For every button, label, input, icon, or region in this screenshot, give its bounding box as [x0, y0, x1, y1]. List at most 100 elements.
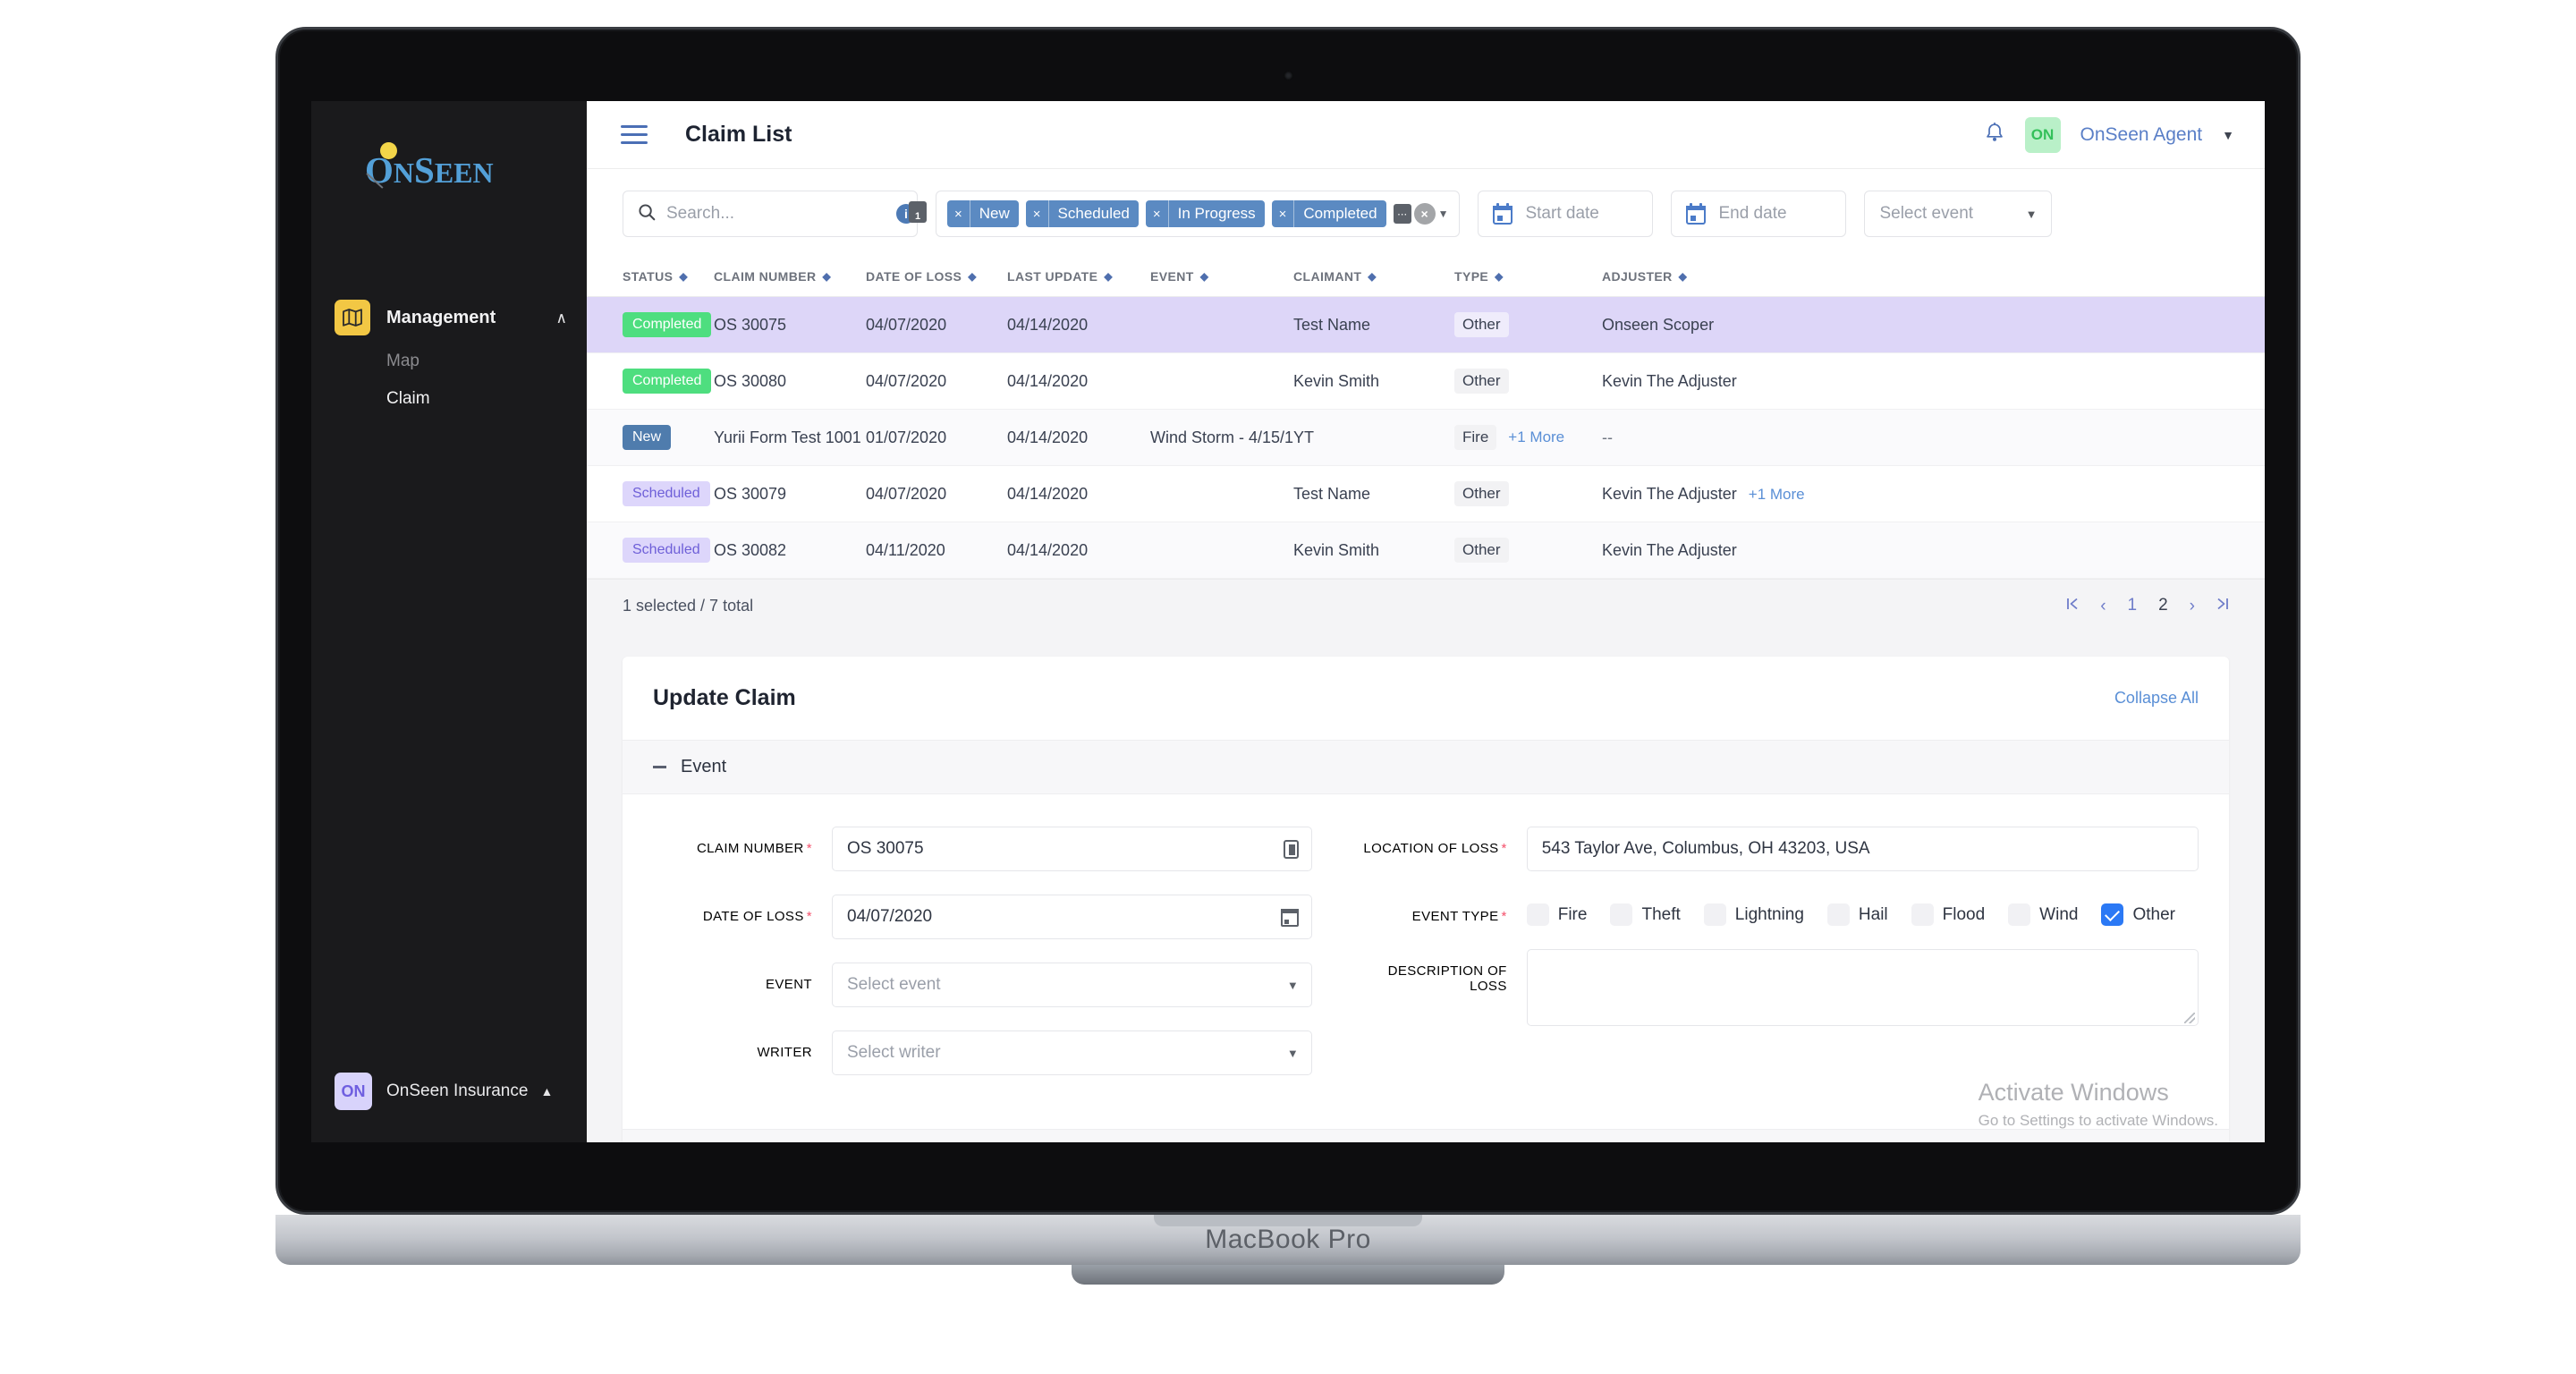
- start-date-field[interactable]: Start date: [1478, 191, 1654, 237]
- status-badge: Completed: [623, 312, 712, 337]
- field-label: DATE OF LOSS *: [653, 895, 832, 924]
- cell-claimant: Kevin Smith: [1293, 522, 1454, 579]
- bell-icon[interactable]: [1984, 122, 2005, 148]
- sidebar-subnav: Map Claim: [311, 343, 587, 418]
- column-header-type[interactable]: TYPE ◆: [1454, 257, 1602, 297]
- chip-remove-icon[interactable]: ×: [1272, 200, 1295, 227]
- column-header-date-of-loss[interactable]: DATE OF LOSS ◆: [866, 257, 1007, 297]
- cell-date-of-loss: 04/07/2020: [866, 296, 1007, 353]
- filter-chip[interactable]: × In Progress: [1145, 200, 1265, 227]
- type-pill: Other: [1454, 369, 1509, 394]
- hamburger-icon[interactable]: [621, 125, 648, 144]
- list-icon[interactable]: ⋯: [1393, 204, 1411, 224]
- table-row[interactable]: New Yurii Form Test 1001 01/07/2020 04/1…: [587, 409, 2265, 466]
- location-of-loss-input[interactable]: 543 Taylor Ave, Columbus, OH 43203, USA: [1526, 827, 2199, 871]
- section-header-policy[interactable]: Policy: [623, 1129, 2229, 1142]
- label-text: LOCATION OF LOSS: [1363, 841, 1499, 856]
- page-number-2[interactable]: 2: [2158, 596, 2168, 615]
- type-pill: Other: [1454, 312, 1509, 337]
- checkbox-box[interactable]: [1703, 903, 1726, 926]
- chip-remove-icon[interactable]: ×: [1026, 200, 1049, 227]
- clear-all-icon[interactable]: ×: [1413, 203, 1436, 225]
- end-date-field[interactable]: End date: [1671, 191, 1847, 237]
- chevron-down-icon[interactable]: ▼: [1438, 208, 1449, 220]
- column-header-event[interactable]: EVENT ◆: [1150, 257, 1293, 297]
- cell-adjuster: Kevin The Adjuster +1 More: [1602, 465, 2265, 522]
- event-select[interactable]: Select event ▼: [832, 963, 1312, 1007]
- column-header-last-update[interactable]: LAST UPDATE ◆: [1007, 257, 1150, 297]
- sidebar-item-management[interactable]: Management ∧: [311, 293, 587, 343]
- resize-handle[interactable]: [2184, 1013, 2195, 1023]
- description-of-loss-textarea[interactable]: [1526, 949, 2199, 1026]
- table-row[interactable]: Scheduled OS 30079 04/07/2020 04/14/2020…: [587, 465, 2265, 522]
- last-page-button[interactable]: [2216, 597, 2229, 615]
- chevron-down-icon[interactable]: ▼: [2222, 128, 2234, 142]
- search-box[interactable]: i 1: [623, 191, 927, 237]
- filter-chip[interactable]: × Completed: [1271, 200, 1386, 227]
- writer-select[interactable]: Select writer ▼: [832, 1030, 1312, 1075]
- column-header-status[interactable]: STATUS ◆: [587, 257, 714, 297]
- collapse-all-button[interactable]: Collapse All: [2114, 689, 2199, 708]
- checkbox-box[interactable]: [1826, 903, 1850, 926]
- chip-remove-icon[interactable]: ×: [947, 200, 970, 227]
- cell-last-update: 04/14/2020: [1007, 465, 1150, 522]
- filter-chip[interactable]: × Scheduled: [1025, 200, 1139, 227]
- calendar-icon[interactable]: [1280, 907, 1299, 927]
- sort-icon: ◆: [1368, 270, 1377, 283]
- page-number-1[interactable]: 1: [2128, 596, 2138, 615]
- checkbox-box[interactable]: [1526, 903, 1549, 926]
- first-page-button[interactable]: [2066, 597, 2079, 615]
- checkbox-box[interactable]: [2008, 903, 2031, 926]
- field-writer: WRITER Select writer ▼: [653, 1030, 1312, 1075]
- next-page-button[interactable]: ›: [2190, 598, 2195, 615]
- caret-up-icon: ▲: [540, 1084, 554, 1098]
- search-info-badge[interactable]: i 1: [896, 201, 927, 226]
- column-label: LAST UPDATE: [1007, 269, 1098, 284]
- checkbox-hail[interactable]: Hail: [1826, 903, 1888, 926]
- event-filter-select[interactable]: Select event ▼: [1864, 191, 2053, 237]
- type-pill: Fire: [1454, 425, 1497, 450]
- table-row[interactable]: Completed OS 30075 04/07/2020 04/14/2020…: [587, 296, 2265, 353]
- copy-icon[interactable]: [1283, 839, 1299, 859]
- chip-remove-icon[interactable]: ×: [1146, 200, 1169, 227]
- checkbox-theft[interactable]: Theft: [1610, 903, 1681, 926]
- column-header-claimant[interactable]: CLAIMANT ◆: [1293, 257, 1454, 297]
- checkbox-lightning[interactable]: Lightning: [1703, 903, 1804, 926]
- sidebar-item-claim[interactable]: Claim: [386, 380, 587, 418]
- type-more-link[interactable]: +1 More: [1508, 428, 1564, 445]
- cell-event: [1150, 296, 1293, 353]
- search-input[interactable]: [666, 204, 886, 224]
- label-text: CLAIM NUMBER: [696, 841, 804, 856]
- checkbox-fire[interactable]: Fire: [1526, 903, 1587, 926]
- sort-icon: ◆: [1199, 270, 1209, 283]
- org-switcher[interactable]: ON OnSeen Insurance ▲: [311, 1073, 587, 1142]
- topbar: Claim List ON OnSeen Agent ▼: [587, 101, 2265, 169]
- sidebar-item-map[interactable]: Map: [386, 343, 587, 380]
- cell-adjuster: --: [1602, 409, 2265, 466]
- claim-number-input[interactable]: OS 30075: [832, 827, 1312, 871]
- label-text: EVENT TYPE: [1411, 909, 1499, 924]
- table-row[interactable]: Completed OS 30080 04/07/2020 04/14/2020…: [587, 352, 2265, 410]
- status-filter-chips: × New × Scheduled × In Progress × Comple…: [936, 191, 1461, 237]
- brand-logo[interactable]: ONSEEN: [311, 101, 587, 194]
- checkbox-box[interactable]: [2101, 903, 2124, 926]
- adjuster-more-link[interactable]: +1 More: [1749, 486, 1805, 503]
- filter-bar: i 1 × New × Scheduled: [587, 169, 2265, 257]
- checkbox-box[interactable]: [1911, 903, 1934, 926]
- sort-icon: ◆: [679, 270, 688, 283]
- section-header-event[interactable]: Event: [623, 740, 2229, 794]
- column-header-adjuster[interactable]: ADJUSTER ◆: [1602, 257, 2265, 297]
- date-of-loss-input[interactable]: 04/07/2020: [832, 895, 1312, 939]
- event-form: CLAIM NUMBER * OS 30075 DATE OF LOSS * 04/…: [623, 794, 2229, 1129]
- user-name[interactable]: OnSeen Agent: [2080, 124, 2203, 146]
- column-header-claim-number[interactable]: CLAIM NUMBER ◆: [714, 257, 866, 297]
- checkbox-other[interactable]: Other: [2101, 903, 2175, 926]
- filter-chip[interactable]: × New: [947, 200, 1019, 227]
- saved-filter-icon: 1: [909, 201, 927, 223]
- end-date-placeholder: End date: [1718, 204, 1787, 223]
- table-row[interactable]: Scheduled OS 30082 04/11/2020 04/14/2020…: [587, 522, 2265, 579]
- prev-page-button[interactable]: ‹: [2100, 598, 2106, 615]
- checkbox-wind[interactable]: Wind: [2008, 903, 2078, 926]
- checkbox-flood[interactable]: Flood: [1911, 903, 1985, 926]
- checkbox-box[interactable]: [1610, 903, 1633, 926]
